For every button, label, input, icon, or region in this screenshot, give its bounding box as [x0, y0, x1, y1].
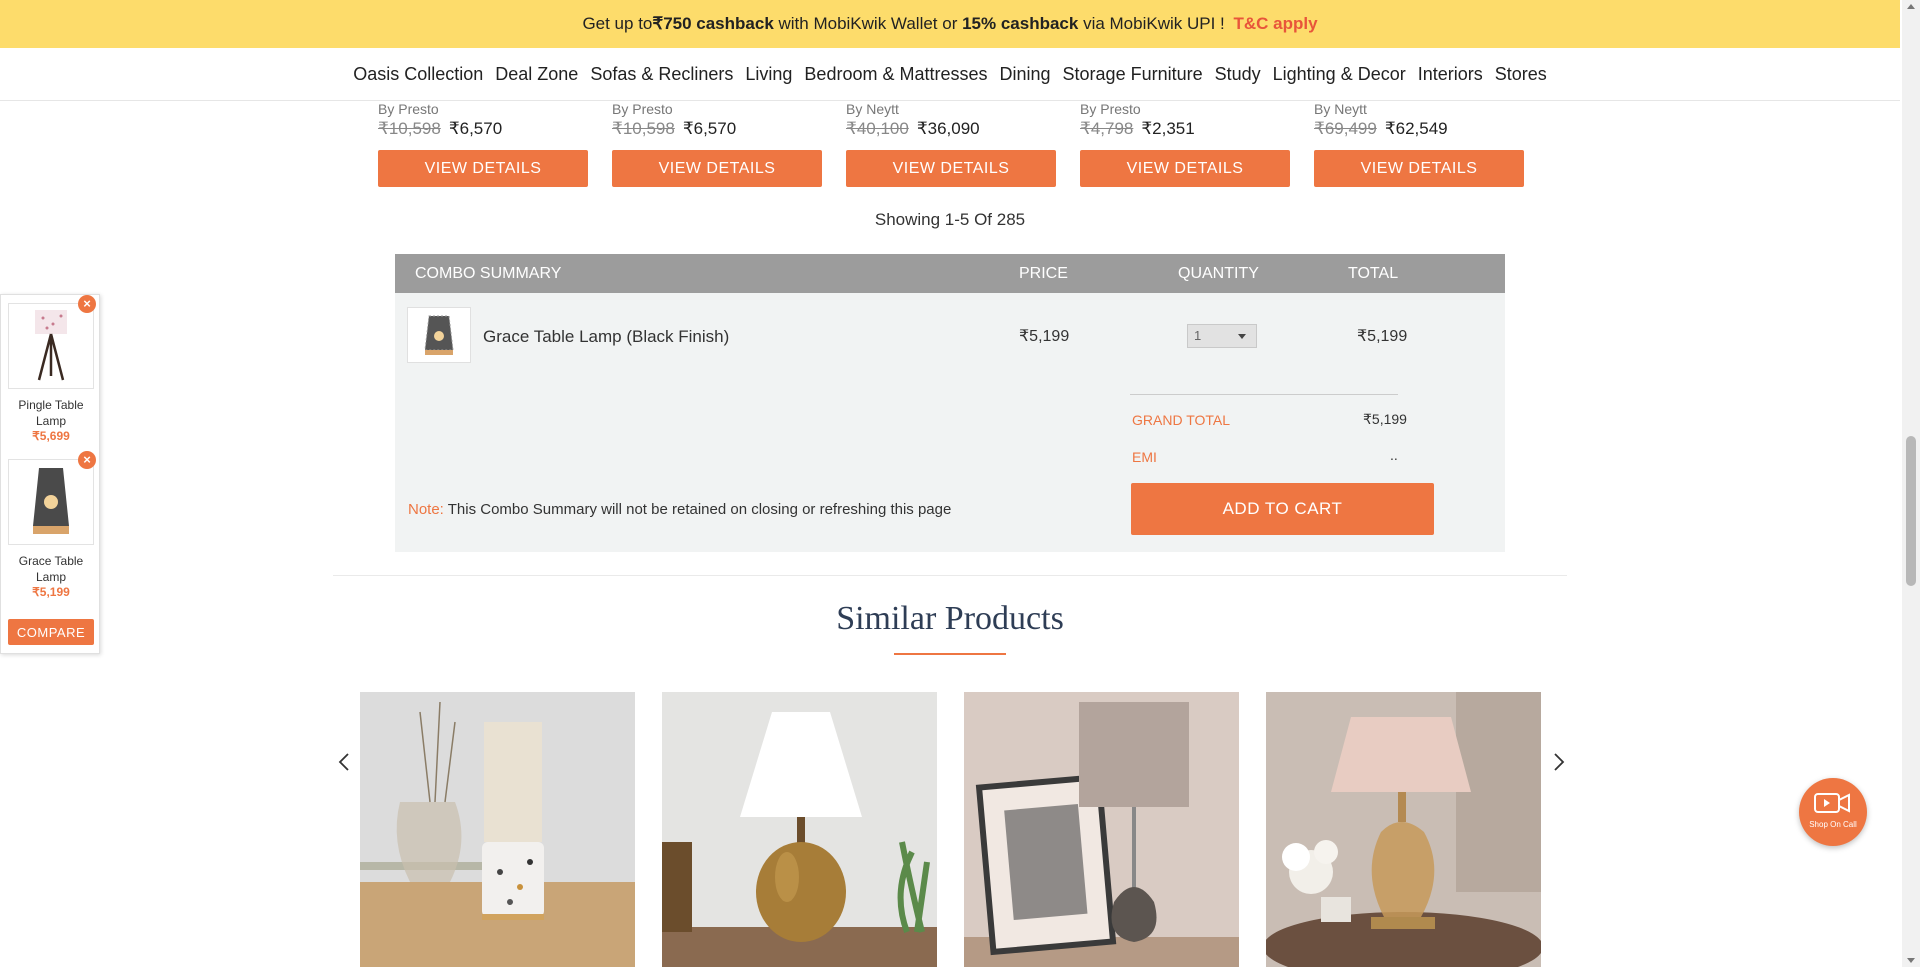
product-price: ₹36,090 [916, 119, 980, 138]
product-old-price: ₹10,598 [378, 119, 441, 138]
similar-product-image[interactable] [1266, 692, 1541, 967]
scroll-up-icon[interactable] [1907, 4, 1915, 9]
nav-item-deal-zone[interactable]: Deal Zone [489, 64, 584, 85]
view-details-button[interactable]: VIEW DETAILS [1314, 150, 1524, 187]
view-details-button[interactable]: VIEW DETAILS [846, 150, 1056, 187]
note-text: This Combo Summary will not be retained … [447, 501, 952, 518]
combo-header-summary: COMBO SUMMARY [415, 265, 562, 282]
similar-product-image[interactable] [662, 692, 937, 967]
shop-on-call-label: Shop On Call [1809, 820, 1857, 829]
product-price: ₹2,351 [1141, 119, 1195, 138]
add-to-cart-button[interactable]: ADD TO CART [1131, 483, 1434, 535]
compare-item: Grace Table Lamp ₹5,199 [8, 459, 94, 599]
compare-item-name: Pingle Table Lamp [18, 398, 84, 428]
product-old-price: ₹10,598 [612, 119, 675, 138]
promo-banner: Get up to ₹750 cashback with MobiKwik Wa… [0, 0, 1900, 48]
product-old-price: ₹40,100 [846, 119, 909, 138]
promo-prefix: Get up to [582, 14, 653, 33]
combo-item-name[interactable]: Grace Table Lamp (Black Finish) [483, 327, 729, 347]
product-old-price: ₹4,798 [1080, 119, 1134, 138]
product-brand: By Neytt [846, 101, 899, 117]
quantity-select[interactable]: 1 [1187, 324, 1257, 348]
nav-item-interiors[interactable]: Interiors [1412, 64, 1489, 85]
nav-item-sofas-recliners[interactable]: Sofas & Recliners [584, 64, 739, 85]
view-details-button[interactable]: VIEW DETAILS [1080, 150, 1290, 187]
promo-suffix: via MobiKwik UPI ! [1078, 14, 1230, 33]
product-old-price: ₹69,499 [1314, 119, 1377, 138]
combo-header-quantity: QUANTITY [1178, 265, 1259, 282]
product-price: ₹6,570 [448, 119, 503, 138]
video-call-icon [1814, 793, 1850, 813]
combo-header: COMBO SUMMARY PRICE QUANTITY TOTAL [395, 254, 1505, 293]
nav-item-bedroom-mattresses[interactable]: Bedroom & Mattresses [798, 64, 993, 85]
carousel-prev-button[interactable] [335, 752, 355, 772]
summary-divider [1130, 394, 1398, 395]
scrollbar-thumb[interactable] [1906, 436, 1916, 586]
view-details-button[interactable]: VIEW DETAILS [378, 150, 588, 187]
combo-header-price: PRICE [1019, 265, 1068, 282]
remove-compare-item-button[interactable]: × [78, 295, 96, 313]
note-label: Note: [408, 501, 448, 518]
combo-item-total: ₹5,199 [1357, 328, 1408, 345]
product-card: By Presto ₹10,598 ₹6,570 VIEW DETAILS [378, 100, 588, 187]
nav-item-lighting-decor[interactable]: Lighting & Decor [1267, 64, 1412, 85]
nav-item-stores[interactable]: Stores [1489, 64, 1553, 85]
promo-mid: with MobiKwik Wallet or [773, 14, 963, 33]
nav-item-storage-furniture[interactable]: Storage Furniture [1057, 64, 1209, 85]
chevron-left-icon [338, 753, 349, 771]
promo-cashback-upi: 15% cashback [962, 14, 1079, 33]
compare-item-image[interactable] [8, 303, 94, 389]
carousel-next-button[interactable] [1548, 752, 1568, 772]
promo-cashback-wallet: ₹750 cashback [652, 14, 774, 33]
nav-item-study[interactable]: Study [1209, 64, 1267, 85]
grand-total-value: ₹5,199 [1363, 411, 1407, 427]
grand-total-label: GRAND TOTAL [1132, 412, 1231, 428]
product-card: By Neytt ₹69,499 ₹62,549 VIEW DETAILS [1314, 100, 1524, 187]
combo-item-row: Grace Table Lamp (Black Finish) ₹5,199 1… [395, 293, 1505, 373]
section-divider [333, 575, 1567, 576]
product-price: ₹6,570 [682, 119, 737, 138]
product-brand: By Presto [612, 101, 673, 117]
combo-item-price: ₹5,199 [1019, 328, 1070, 345]
emi-value: .. [1390, 447, 1398, 463]
view-details-button[interactable]: VIEW DETAILS [612, 150, 822, 187]
similar-products-title: Similar Products [836, 600, 1064, 637]
compare-item-name: Grace Table Lamp [18, 554, 84, 584]
tc-apply-link[interactable]: T&C apply [1234, 14, 1318, 34]
compare-panel: Pingle Table Lamp ₹5,699 × Grace Table L… [0, 294, 100, 654]
chevron-right-icon [1554, 753, 1565, 771]
combo-summary: COMBO SUMMARY PRICE QUANTITY TOTAL Grace… [395, 254, 1505, 552]
compare-button[interactable]: COMPARE [8, 619, 94, 645]
product-brand: By Presto [378, 101, 439, 117]
compare-item: Pingle Table Lamp ₹5,699 [8, 303, 94, 443]
nav-item-oasis-collection[interactable]: Oasis Collection [347, 64, 489, 85]
combo-item-thumbnail [407, 307, 471, 363]
remove-compare-item-button[interactable]: × [78, 451, 96, 469]
product-brand: By Neytt [1314, 101, 1367, 117]
product-card: By Presto ₹10,598 ₹6,570 VIEW DETAILS [612, 100, 822, 187]
chevron-down-icon [1238, 334, 1246, 339]
quantity-value: 1 [1194, 328, 1202, 343]
nav-item-dining[interactable]: Dining [994, 64, 1057, 85]
combo-note: Note: This Combo Summary will not be ret… [408, 501, 951, 518]
similar-product-image[interactable] [964, 692, 1239, 967]
nav-item-living[interactable]: Living [739, 64, 798, 85]
main-nav: Oasis Collection Deal Zone Sofas & Recli… [0, 48, 1900, 101]
pagination-status: Showing 1-5 Of 285 [874, 210, 1026, 229]
shop-on-call-button[interactable]: Shop On Call [1799, 778, 1867, 846]
compare-item-image[interactable] [8, 459, 94, 545]
product-card: By Presto ₹4,798 ₹2,351 VIEW DETAILS [1080, 100, 1290, 187]
compare-item-price: ₹5,699 [32, 429, 70, 443]
combo-header-total: TOTAL [1348, 265, 1399, 282]
emi-label: EMI [1132, 449, 1157, 465]
product-card: By Neytt ₹40,100 ₹36,090 VIEW DETAILS [846, 100, 1056, 187]
title-underline [894, 653, 1006, 655]
compare-item-price: ₹5,199 [32, 585, 70, 599]
product-brand: By Presto [1080, 101, 1141, 117]
product-price: ₹62,549 [1384, 119, 1448, 138]
page-scrollbar[interactable] [1902, 0, 1920, 967]
scroll-down-icon[interactable] [1907, 958, 1915, 963]
similar-product-image[interactable] [360, 692, 635, 967]
